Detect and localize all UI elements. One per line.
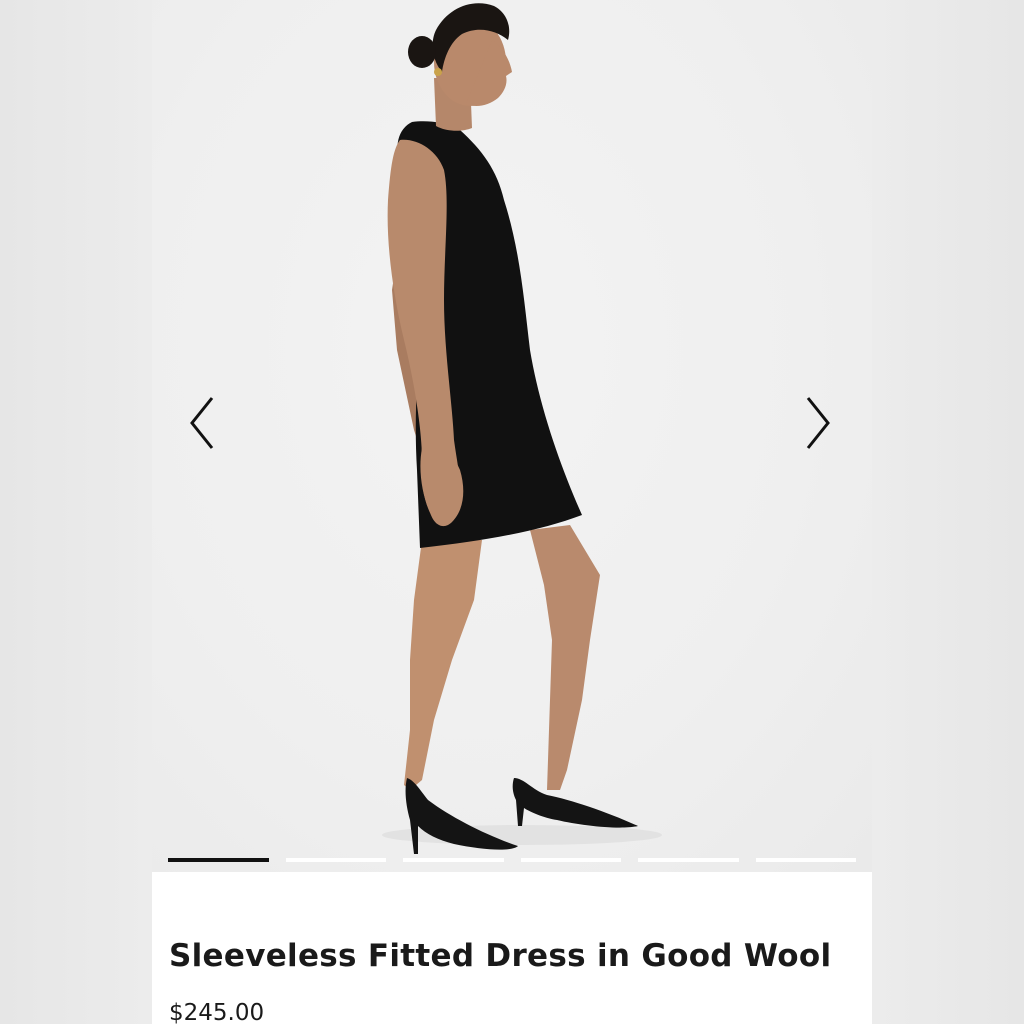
- product-title: Sleeveless Fitted Dress in Good Wool: [169, 938, 832, 974]
- chevron-right-icon[interactable]: [800, 392, 840, 456]
- product-page: Sleeveless Fitted Dress in Good Wool $24…: [0, 0, 1024, 1024]
- product-image-carousel[interactable]: [152, 0, 872, 872]
- carousel-dot-3[interactable]: [403, 858, 504, 862]
- carousel-progress: [168, 858, 856, 864]
- product-price: $245.00: [169, 1000, 265, 1024]
- carousel-dot-2[interactable]: [285, 858, 386, 862]
- chevron-left-icon[interactable]: [180, 392, 220, 456]
- left-margin: [0, 0, 152, 1024]
- carousel-dot-6[interactable]: [755, 858, 856, 862]
- carousel-dot-5[interactable]: [638, 858, 739, 862]
- carousel-dot-4[interactable]: [520, 858, 621, 862]
- right-margin: [872, 0, 1024, 1024]
- carousel-dot-1[interactable]: [168, 858, 269, 862]
- product-info: Sleeveless Fitted Dress in Good Wool $24…: [152, 872, 872, 1024]
- product-photo: [382, 3, 662, 854]
